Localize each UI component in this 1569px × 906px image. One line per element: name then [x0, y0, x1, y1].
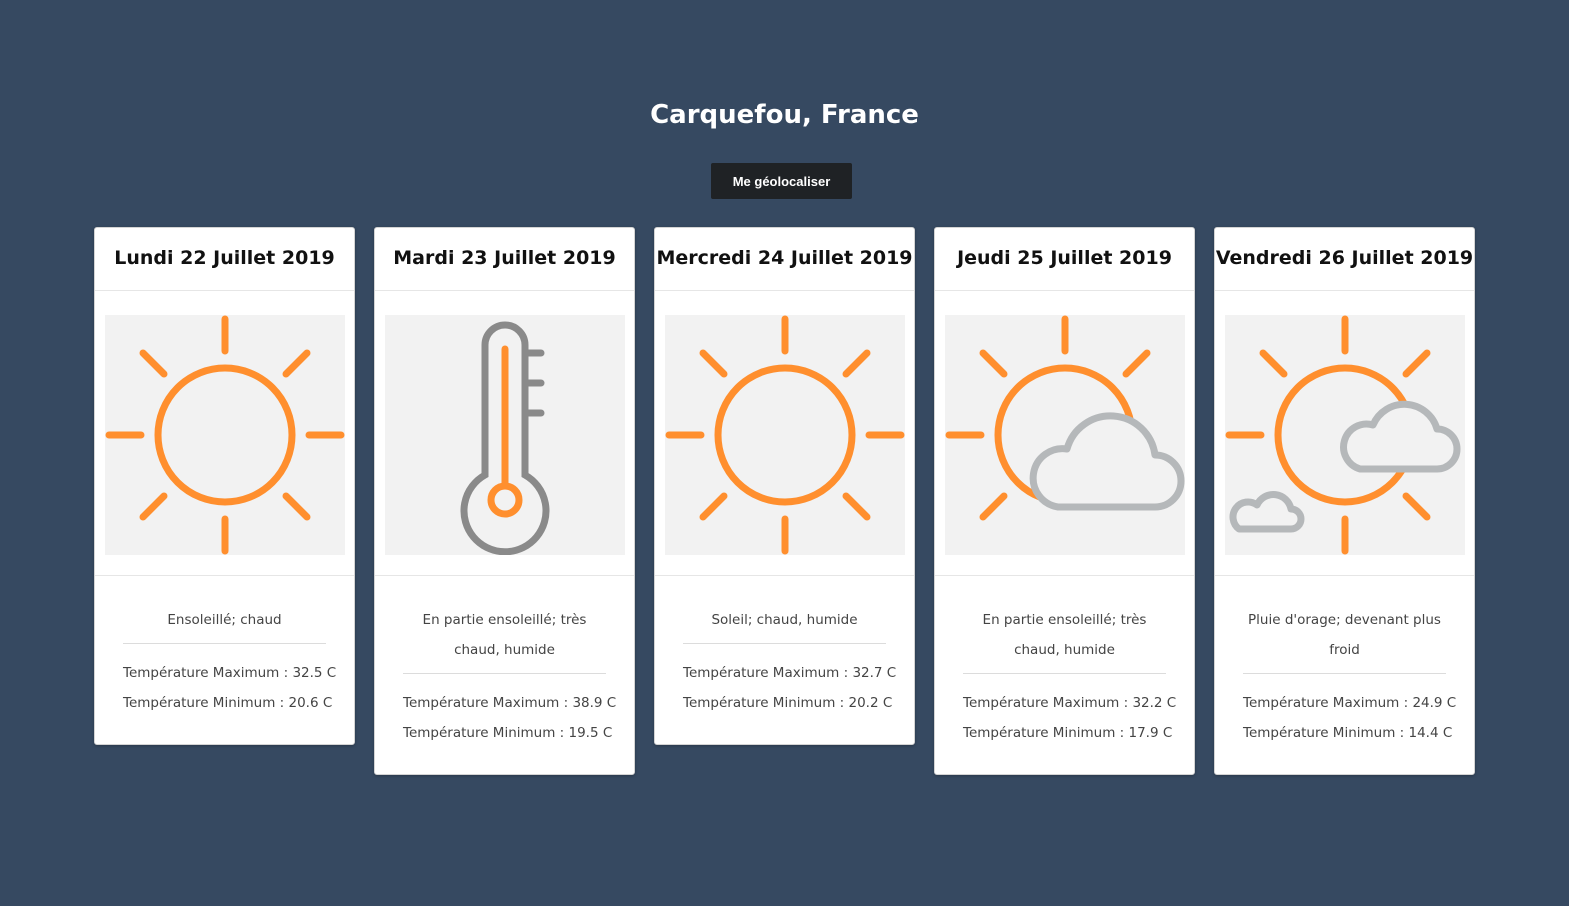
sun-clouds-icon	[1225, 315, 1465, 555]
forecast-card: Vendredi 26 Juillet 2019 Pluie d'orage; …	[1214, 227, 1475, 775]
forecast-card: Jeudi 25 Juillet 2019 En partie ensoleil…	[934, 227, 1195, 775]
forecast-details: Ensoleillé; chaud Température Maximum : …	[95, 576, 354, 744]
forecast-date: Vendredi 26 Juillet 2019	[1215, 228, 1474, 291]
temp-max: Température Maximum : 32.7 C	[683, 665, 897, 681]
temp-min: Température Minimum : 14.4 C	[1243, 725, 1453, 741]
weather-image-container	[375, 291, 634, 576]
temp-max: Température Maximum : 38.9 C	[403, 695, 617, 711]
temp-max: Température Maximum : 32.5 C	[123, 665, 337, 681]
forecast-details: Soleil; chaud, humide Température Maximu…	[655, 576, 914, 744]
thermometer-icon	[385, 315, 625, 555]
forecast-card: Lundi 22 Juillet 2019 Ensoleillé; chaud …	[94, 227, 355, 745]
sun-cloud-icon	[945, 315, 1185, 555]
weather-image-container	[1215, 291, 1474, 576]
weather-image-container	[95, 291, 354, 576]
weather-description: Soleil; chaud, humide	[683, 605, 886, 644]
weather-description: Ensoleillé; chaud	[123, 605, 326, 644]
forecast-cards: Lundi 22 Juillet 2019 Ensoleillé; chaud …	[94, 227, 1475, 775]
forecast-date: Lundi 22 Juillet 2019	[95, 228, 354, 291]
forecast-details: Pluie d'orage; devenant plus froid Tempé…	[1215, 576, 1474, 774]
temp-max: Température Maximum : 24.9 C	[1243, 695, 1457, 711]
forecast-details: En partie ensoleillé; très chaud, humide…	[375, 576, 634, 774]
geolocate-button[interactable]: Me géolocaliser	[711, 163, 852, 199]
temp-max: Température Maximum : 32.2 C	[963, 695, 1177, 711]
city-title: Carquefou, France	[650, 100, 919, 130]
temp-min: Température Minimum : 17.9 C	[963, 725, 1173, 741]
forecast-date: Jeudi 25 Juillet 2019	[935, 228, 1194, 291]
forecast-card: Mardi 23 Juillet 2019 En partie ensoleil…	[374, 227, 635, 775]
weather-image-container	[655, 291, 914, 576]
sun-icon	[665, 315, 905, 555]
temp-min: Température Minimum : 19.5 C	[403, 725, 613, 741]
temp-min: Température Minimum : 20.6 C	[123, 695, 333, 711]
forecast-date: Mercredi 24 Juillet 2019	[655, 228, 914, 291]
forecast-card: Mercredi 24 Juillet 2019 Soleil; chaud, …	[654, 227, 915, 745]
forecast-details: En partie ensoleillé; très chaud, humide…	[935, 576, 1194, 774]
weather-image-container	[935, 291, 1194, 576]
forecast-date: Mardi 23 Juillet 2019	[375, 228, 634, 291]
weather-description: Pluie d'orage; devenant plus froid	[1243, 605, 1446, 674]
temp-min: Température Minimum : 20.2 C	[683, 695, 893, 711]
sun-icon	[105, 315, 345, 555]
weather-description: En partie ensoleillé; très chaud, humide	[963, 605, 1166, 674]
weather-description: En partie ensoleillé; très chaud, humide	[403, 605, 606, 674]
